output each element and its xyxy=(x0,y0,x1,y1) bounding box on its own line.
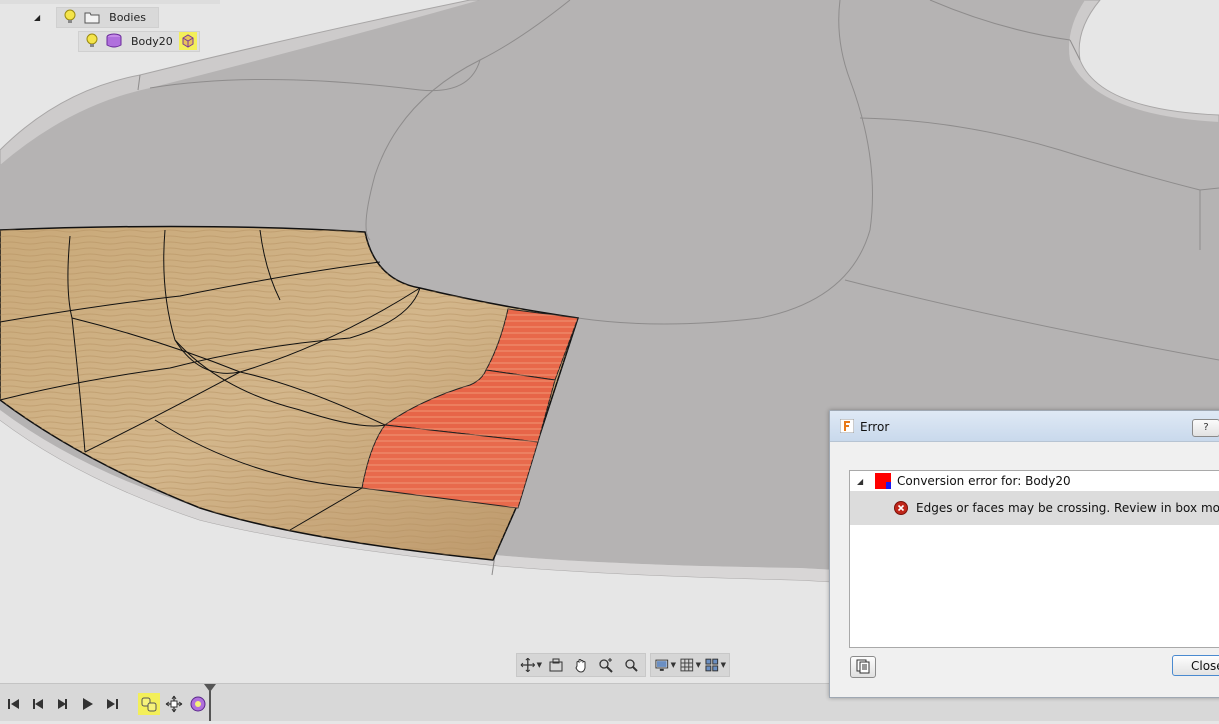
play-icon[interactable] xyxy=(53,695,71,713)
go-to-end-icon[interactable] xyxy=(103,695,121,713)
error-detail-text: Edges or faces may be crossing. Review i… xyxy=(916,501,1219,515)
visibility-bulb-icon[interactable] xyxy=(61,8,79,26)
error-flag-icon xyxy=(875,473,891,489)
box-mode-icon[interactable] xyxy=(178,32,197,50)
dialog-title: Error xyxy=(860,420,890,434)
error-x-icon xyxy=(894,501,908,515)
play-forward-icon[interactable] xyxy=(78,695,96,713)
conversion-error-text: Conversion error for: Body20 xyxy=(897,474,1071,488)
zoom-icon[interactable] xyxy=(595,655,617,675)
copy-to-clipboard-button[interactable] xyxy=(850,656,876,678)
zoom-window-icon[interactable] xyxy=(620,655,642,675)
dialog-title-bar[interactable]: Error ? xyxy=(830,411,1219,442)
message-tree: ◢ Conversion error for: Body20 Edges or … xyxy=(849,470,1219,648)
tree-row-partial xyxy=(0,0,220,4)
navigation-toolbar: ▼ ▼ ▼ ▼ xyxy=(516,653,730,677)
tree-folder-bodies[interactable]: ◢ Bodies xyxy=(34,6,159,28)
help-button[interactable]: ? xyxy=(1192,419,1219,437)
message-group-row[interactable]: ◢ Conversion error for: Body20 xyxy=(850,471,1219,491)
expand-arrow-icon[interactable]: ◢ xyxy=(34,13,40,22)
body20-label: Body20 xyxy=(131,34,173,48)
orbit-icon[interactable]: ▼ xyxy=(520,655,542,675)
clipboard-icon xyxy=(855,658,871,677)
fusion-app-icon xyxy=(839,418,855,434)
message-detail-row[interactable]: Edges or faces may be crossing. Review i… xyxy=(850,491,1219,525)
look-at-icon[interactable] xyxy=(545,655,567,675)
pan-icon[interactable] xyxy=(570,655,592,675)
move-feature-icon[interactable] xyxy=(163,693,185,715)
error-dialog: Error ? ◢ Conversion error for: Body20 E… xyxy=(829,410,1219,698)
tspline-body-icon xyxy=(105,32,123,50)
timeline-marker[interactable] xyxy=(204,684,216,721)
grid-settings-icon[interactable]: ▼ xyxy=(679,655,701,675)
go-to-start-icon[interactable] xyxy=(5,695,23,713)
display-group: ▼ ▼ ▼ xyxy=(650,653,730,677)
form-feature-icon[interactable] xyxy=(138,693,160,715)
folder-icon xyxy=(83,8,101,26)
navigation-group: ▼ xyxy=(516,653,646,677)
close-button[interactable]: Close xyxy=(1172,655,1219,676)
display-settings-icon[interactable]: ▼ xyxy=(654,655,676,675)
bodies-folder-label: Bodies xyxy=(109,10,146,24)
step-back-icon[interactable] xyxy=(29,695,47,713)
viewports-icon[interactable]: ▼ xyxy=(704,655,726,675)
tree-item-body20[interactable]: Body20 xyxy=(78,30,200,52)
expand-arrow-icon[interactable]: ◢ xyxy=(857,477,867,486)
visibility-bulb-icon[interactable] xyxy=(83,32,101,50)
